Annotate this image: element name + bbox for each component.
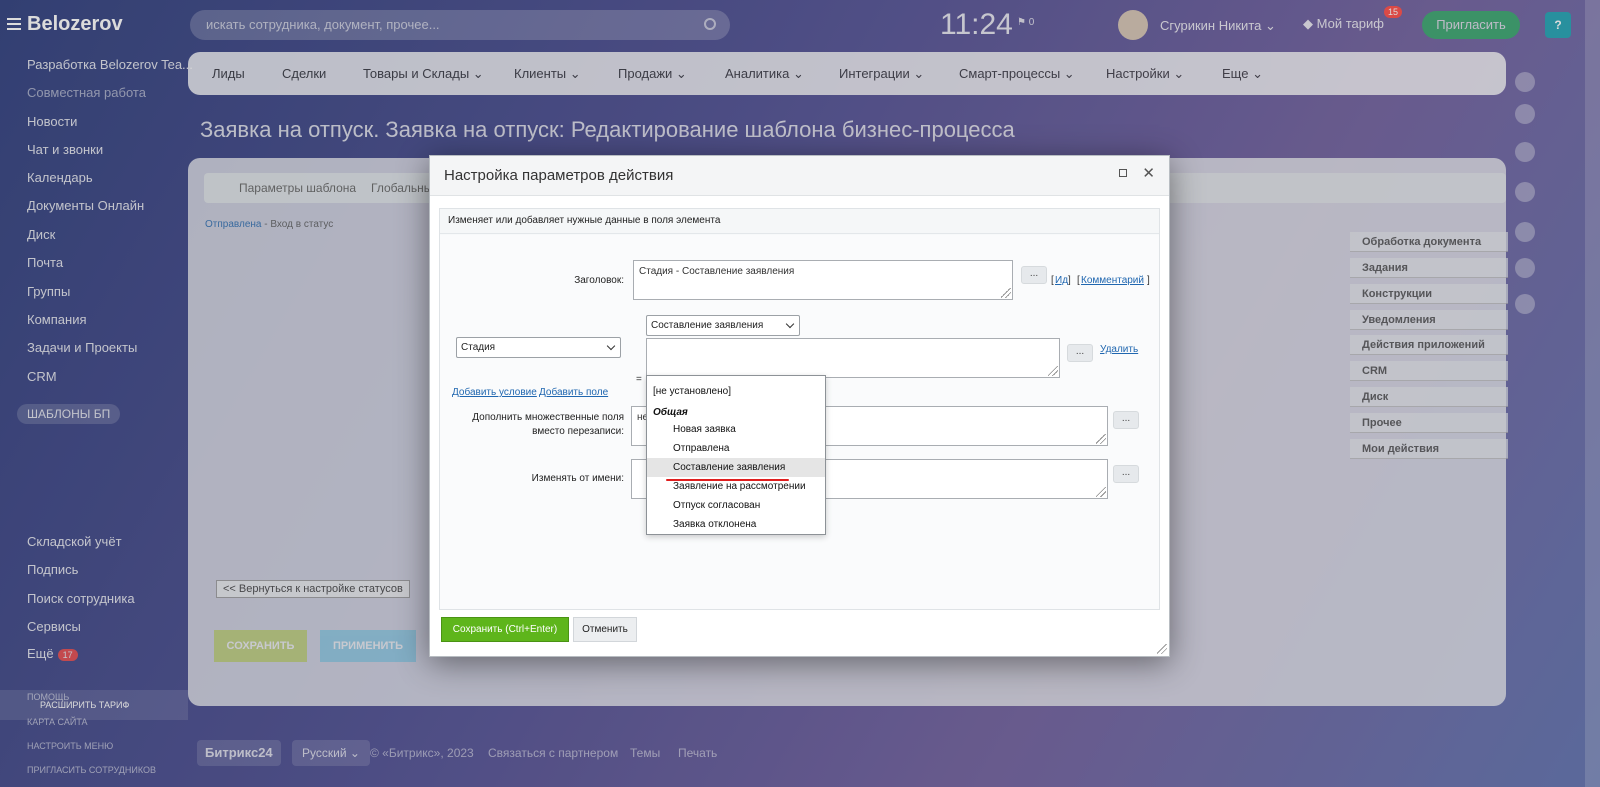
bracket: ] <box>1068 275 1071 286</box>
dialog-body: Изменяет или добавляет нужные данные в п… <box>439 208 1160 610</box>
bracket: [ <box>1051 275 1054 286</box>
bracket: [ <box>1077 275 1080 286</box>
append-label: Дополнить множественные поля вместо пере… <box>472 412 624 437</box>
modify-by-dots-button[interactable]: ... <box>1113 465 1139 483</box>
close-icon[interactable]: ✕ <box>1142 164 1155 182</box>
dropdown-option[interactable]: Отпуск согласован <box>647 496 825 515</box>
append-dots-button[interactable]: ... <box>1113 411 1139 429</box>
title-value: Стадия - Составление заявления <box>639 266 795 277</box>
add-field-link[interactable]: Добавить поле <box>539 387 608 398</box>
dialog-cancel-button[interactable]: Отменить <box>573 617 637 642</box>
title-dots-button[interactable]: ... <box>1021 266 1047 284</box>
title-textarea[interactable]: Стадия - Составление заявления <box>633 260 1013 300</box>
dropdown-option-not-set[interactable]: [не установлено] <box>647 382 825 401</box>
resize-grip-icon[interactable] <box>1096 434 1106 444</box>
dialog-form: Заголовок: Стадия - Составление заявлени… <box>440 235 1159 609</box>
dialog-resize-icon[interactable] <box>1157 644 1167 654</box>
title-label: Заголовок: <box>574 275 624 286</box>
dialog-footer: Сохранить (Ctrl+Enter) Отменить <box>430 614 1169 656</box>
value-select-label: Составление заявления <box>651 320 764 331</box>
id-link[interactable]: Ид <box>1055 275 1068 286</box>
value-dots-button[interactable]: ... <box>1067 344 1093 362</box>
chevron-down-icon <box>606 341 616 351</box>
modify-by-label: Изменять от имени: <box>531 473 624 484</box>
maximize-icon[interactable] <box>1119 169 1127 177</box>
stage-dropdown-list: [не установлено] Общая Новая заявка Отпр… <box>646 375 826 535</box>
dialog-header[interactable]: Настройка параметров действия ✕ <box>430 156 1169 196</box>
dialog-title: Настройка параметров действия <box>444 167 674 184</box>
field-select[interactable]: Стадия <box>456 337 621 358</box>
bracket: ] <box>1147 275 1150 286</box>
delete-link[interactable]: Удалить <box>1100 344 1138 355</box>
resize-grip-icon[interactable] <box>1048 366 1058 376</box>
dropdown-option[interactable]: Новая заявка <box>647 420 825 439</box>
resize-grip-icon[interactable] <box>1096 487 1106 497</box>
value-textarea[interactable] <box>646 338 1060 378</box>
value-select[interactable]: Составление заявления <box>646 315 800 336</box>
field-select-label: Стадия <box>461 342 496 353</box>
chevron-down-icon <box>785 319 795 329</box>
add-condition-link[interactable]: Добавить условие <box>452 387 537 398</box>
resize-grip-icon[interactable] <box>1001 288 1011 298</box>
comment-link[interactable]: Комментарий <box>1081 275 1144 286</box>
dropdown-option-selected[interactable]: Составление заявления <box>647 458 825 477</box>
action-settings-dialog: Настройка параметров действия ✕ Изменяет… <box>429 155 1170 657</box>
dialog-save-button[interactable]: Сохранить (Ctrl+Enter) <box>441 617 569 642</box>
red-underline-annotation <box>666 479 789 481</box>
dialog-description: Изменяет или добавляет нужные данные в п… <box>440 209 1159 234</box>
equals-sign: = <box>636 374 642 385</box>
dropdown-option[interactable]: Заявка отклонена <box>647 515 825 534</box>
dropdown-option[interactable]: Отправлена <box>647 439 825 458</box>
dropdown-group-general: Общая <box>653 407 688 418</box>
